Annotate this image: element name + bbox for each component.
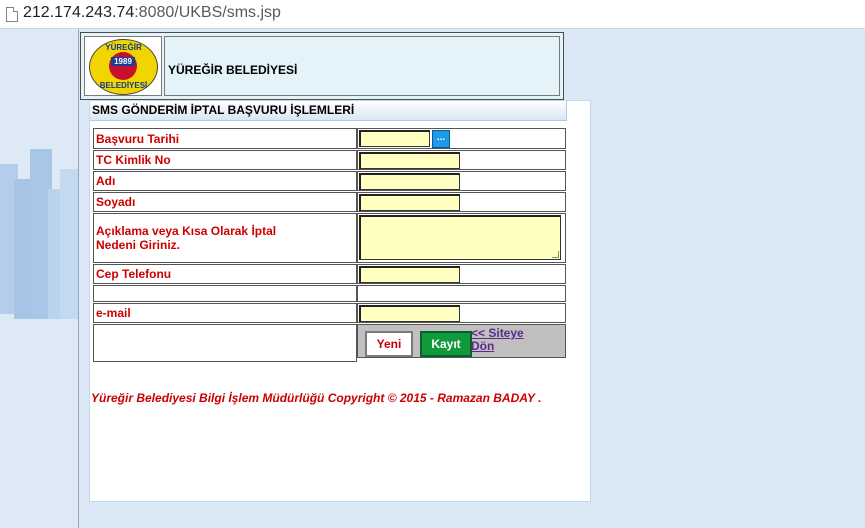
- label-cell-tc-kimlik: TC Kimlik No: [93, 150, 357, 170]
- label-cell-basvuru-tarihi: Başvuru Tarihi: [93, 128, 357, 149]
- kayit-button[interactable]: Kayıt: [420, 331, 472, 357]
- yeni-button[interactable]: Yeni: [365, 331, 413, 357]
- page-header: YÜREĞİR 1989 BELEDİYESİ YÜREĞİR BELEDİYE…: [80, 32, 564, 100]
- page-title: YÜREĞİR BELEDİYESİ: [168, 63, 298, 77]
- input-cell-soyadi: [357, 192, 566, 212]
- input-cell-cep-telefonu: [357, 264, 566, 284]
- url-path: :8080/UKBS/sms.jsp: [134, 4, 281, 21]
- input-cell-basvuru-tarihi: ...: [357, 128, 566, 149]
- form-panel: SMS GÖNDERİM İPTAL BAŞVURU İŞLEMLERİ Baş…: [89, 100, 591, 502]
- aciklama-textarea[interactable]: [359, 215, 561, 260]
- title-cell: YÜREĞİR BELEDİYESİ: [164, 36, 560, 96]
- label-tc-kimlik: TC Kimlik No: [96, 153, 171, 167]
- label-cell-adi: Adı: [93, 171, 357, 191]
- input-cell-email: [357, 303, 566, 323]
- url-host: 212.174.243.74: [23, 4, 135, 21]
- label-soyadi: Soyadı: [96, 195, 136, 209]
- municipality-logo: YÜREĞİR 1989 BELEDİYESİ: [89, 39, 158, 95]
- empty-button-label-cell: [93, 324, 357, 362]
- label-cell-soyadi: Soyadı: [93, 192, 357, 212]
- label-email: e-mail: [96, 306, 131, 320]
- back-link-line2: Dön: [471, 339, 495, 353]
- label-basvuru-tarihi: Başvuru Tarihi: [96, 132, 180, 146]
- empty-input-cell: [357, 285, 566, 302]
- label-cell-aciklama: Açıklama veya Kısa Olarak İptal Nedeni Gi…: [93, 213, 357, 263]
- back-to-site-link[interactable]: << Siteye Dön: [471, 327, 524, 353]
- logo-top-text: YÜREĞİR: [105, 43, 142, 52]
- logo-cell: YÜREĞİR 1989 BELEDİYESİ: [84, 36, 162, 96]
- label-aciklama-line2: Nedeni Giriniz.: [96, 238, 181, 252]
- input-cell-adi: [357, 171, 566, 191]
- logo-year: 1989: [111, 57, 135, 66]
- background-skyline: [0, 29, 79, 528]
- page-icon: [6, 7, 18, 22]
- input-cell-aciklama: [357, 213, 566, 263]
- button-bar: Yeni Kayıt << Siteye Dön: [357, 324, 566, 358]
- label-aciklama-line1: Açıklama veya Kısa Olarak İptal: [96, 224, 277, 238]
- label-aciklama: Açıklama veya Kısa Olarak İptal Nedeni Gi…: [96, 224, 276, 252]
- form-heading-text: SMS GÖNDERİM İPTAL BAŞVURU İŞLEMLERİ: [92, 103, 355, 117]
- soyadi-input[interactable]: [359, 194, 460, 211]
- basvuru-tarihi-input[interactable]: [359, 130, 430, 147]
- form-heading: SMS GÖNDERİM İPTAL BAŞVURU İŞLEMLERİ: [90, 101, 567, 121]
- label-cell-cep-telefonu: Cep Telefonu: [93, 264, 357, 284]
- tc-kimlik-input[interactable]: [359, 152, 460, 169]
- back-link-line1: << Siteye: [471, 326, 524, 340]
- label-cep-telefonu: Cep Telefonu: [96, 267, 172, 281]
- copyright-footer: Yüreğir Belediyesi Bilgi İşlem Müdürlüğü…: [91, 391, 542, 405]
- email-input[interactable]: [359, 305, 460, 322]
- url-text[interactable]: 212.174.243.74:8080/UKBS/sms.jsp: [23, 4, 281, 22]
- logo-bottom-text: BELEDİYESİ: [99, 81, 148, 90]
- input-cell-tc-kimlik: [357, 150, 566, 170]
- resize-grip-icon[interactable]: [552, 251, 559, 258]
- label-adi: Adı: [96, 174, 116, 188]
- adi-input[interactable]: [359, 173, 460, 190]
- label-cell-email: e-mail: [93, 303, 357, 323]
- address-bar[interactable]: 212.174.243.74:8080/UKBS/sms.jsp: [0, 0, 865, 29]
- date-picker-button[interactable]: ...: [432, 130, 450, 148]
- empty-label-cell: [93, 285, 357, 302]
- cep-telefonu-input[interactable]: [359, 266, 460, 283]
- building-shape: [60, 169, 78, 319]
